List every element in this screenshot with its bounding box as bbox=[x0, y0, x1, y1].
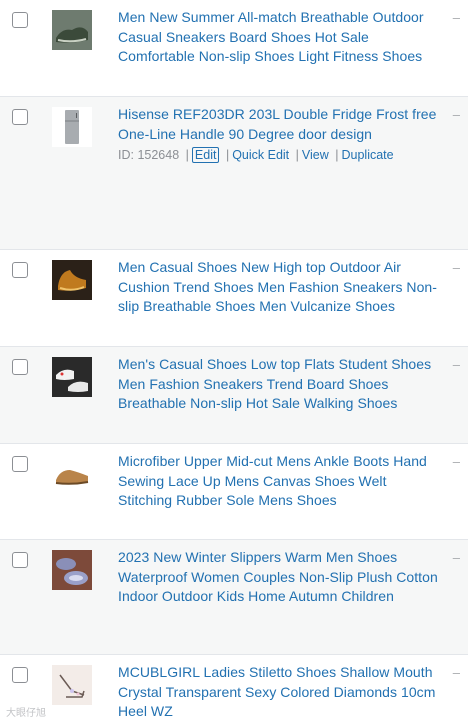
table-row: Microfiber Upper Mid-cut Mens Ankle Boot… bbox=[0, 444, 468, 540]
watermark-text: 大眼仔旭 bbox=[6, 708, 46, 719]
product-title-link[interactable]: 2023 New Winter Slippers Warm Men Shoes … bbox=[118, 548, 440, 607]
stiletto-icon bbox=[52, 665, 92, 705]
table-row: 2023 New Winter Slippers Warm Men Shoes … bbox=[0, 540, 468, 655]
product-title-link[interactable]: Men Casual Shoes New High top Outdoor Ai… bbox=[118, 258, 440, 317]
product-title-link[interactable]: Microfiber Upper Mid-cut Mens Ankle Boot… bbox=[118, 452, 440, 511]
price-dash: – bbox=[452, 107, 460, 122]
plush-slippers-icon bbox=[52, 550, 92, 590]
table-row: Men New Summer All-match Breathable Outd… bbox=[0, 0, 468, 97]
product-thumbnail[interactable] bbox=[52, 10, 92, 50]
product-id: ID: 152648 bbox=[118, 148, 180, 162]
white-sneakers-icon bbox=[52, 357, 92, 397]
quick-edit-link[interactable]: Quick Edit bbox=[232, 148, 289, 162]
brown-high-top-icon bbox=[52, 260, 92, 300]
price-dash: – bbox=[452, 357, 460, 372]
table-row: MCUBLGIRL Ladies Stiletto Shoes Shallow … bbox=[0, 655, 468, 723]
row-checkbox[interactable] bbox=[12, 12, 28, 28]
edit-link[interactable]: Edit bbox=[191, 147, 220, 163]
product-thumbnail[interactable] bbox=[52, 665, 92, 705]
price-dash: – bbox=[452, 260, 460, 275]
product-title-link[interactable]: Men's Casual Shoes Low top Flats Student… bbox=[118, 355, 440, 414]
row-checkbox[interactable] bbox=[12, 667, 28, 683]
table-row: Hisense REF203DR 203L Double Fridge Fros… bbox=[0, 97, 468, 250]
price-dash: – bbox=[452, 550, 460, 565]
product-thumbnail[interactable] bbox=[52, 550, 92, 590]
price-dash: – bbox=[452, 10, 460, 25]
product-list: Men New Summer All-match Breathable Outd… bbox=[0, 0, 468, 723]
product-thumbnail[interactable] bbox=[52, 357, 92, 397]
table-row: Men Casual Shoes New High top Outdoor Ai… bbox=[0, 250, 468, 347]
tan-boot-icon bbox=[52, 454, 92, 494]
table-row: Men's Casual Shoes Low top Flats Student… bbox=[0, 347, 468, 444]
view-link[interactable]: View bbox=[302, 148, 329, 162]
price-dash: – bbox=[452, 665, 460, 680]
fridge-icon bbox=[52, 107, 92, 147]
row-actions: ID: 152648 | Edit | Quick Edit | View | Dupl… bbox=[118, 147, 394, 163]
product-thumbnail[interactable] bbox=[52, 260, 92, 300]
row-checkbox[interactable] bbox=[12, 456, 28, 472]
product-title-link[interactable]: Men New Summer All-match Breathable Outd… bbox=[118, 8, 440, 67]
product-title-link[interactable]: MCUBLGIRL Ladies Stiletto Shoes Shallow … bbox=[118, 663, 440, 722]
product-thumbnail[interactable] bbox=[52, 107, 92, 147]
row-checkbox[interactable] bbox=[12, 262, 28, 278]
product-thumbnail[interactable] bbox=[52, 454, 92, 494]
duplicate-link[interactable]: Duplicate bbox=[342, 148, 394, 162]
product-title-link[interactable]: Hisense REF203DR 203L Double Fridge Fros… bbox=[118, 105, 440, 144]
row-checkbox[interactable] bbox=[12, 109, 28, 125]
green-sneaker-icon bbox=[52, 10, 92, 50]
price-dash: – bbox=[452, 454, 460, 469]
row-checkbox[interactable] bbox=[12, 552, 28, 568]
row-checkbox[interactable] bbox=[12, 359, 28, 375]
